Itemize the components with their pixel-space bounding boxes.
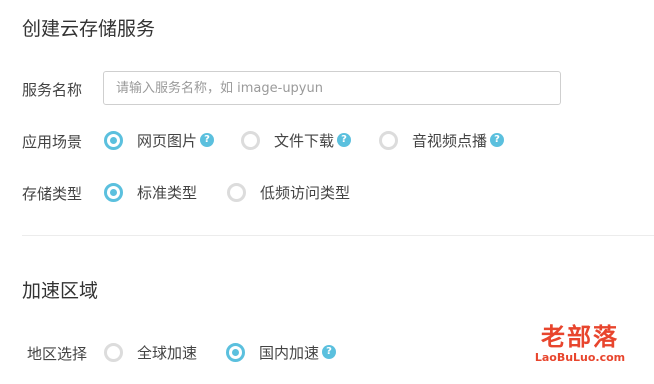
region-option-label: 国内加速 — [259, 343, 320, 362]
scenario-option-label: 网页图片 — [137, 131, 198, 150]
scenario-option-label: 音视频点播 — [412, 131, 488, 150]
radio-unchecked-icon[interactable] — [241, 130, 260, 150]
scenario-option-av-vod[interactable]: 音视频点播 ? — [379, 129, 505, 151]
radio-unchecked-icon[interactable] — [227, 182, 246, 202]
radio-checked-icon[interactable] — [226, 342, 245, 362]
scenario-label: 应用场景 — [22, 133, 83, 151]
scenario-option-label: 文件下载 — [274, 131, 335, 150]
region-option-label: 全球加速 — [137, 343, 198, 362]
service-name-label: 服务名称 — [22, 81, 83, 99]
radio-checked-icon[interactable] — [104, 182, 123, 202]
region-option-global[interactable]: 全球加速 — [104, 341, 197, 363]
radio-checked-icon[interactable] — [104, 130, 123, 150]
storage-option-label: 低频访问类型 — [260, 183, 351, 202]
radio-unchecked-icon[interactable] — [379, 130, 398, 150]
help-icon[interactable]: ? — [200, 133, 215, 147]
accel-section-title: 加速区域 — [22, 280, 99, 302]
storage-option-standard[interactable]: 标准类型 — [104, 181, 197, 203]
watermark-logo: 老部落 LaoBuLuo.com — [520, 325, 640, 364]
storage-type-label: 存储类型 — [22, 185, 83, 203]
watermark-title: 老部落 — [541, 323, 619, 351]
radio-unchecked-icon[interactable] — [104, 342, 123, 362]
watermark-subtitle: LaoBuLuo.com — [534, 351, 626, 364]
region-label: 地区选择 — [27, 345, 88, 363]
scenario-option-web-images[interactable]: 网页图片 ? — [104, 129, 215, 151]
help-icon[interactable]: ? — [322, 345, 337, 359]
storage-option-label: 标准类型 — [137, 183, 198, 202]
help-icon[interactable]: ? — [337, 133, 352, 147]
region-option-domestic[interactable]: 国内加速 ? — [226, 341, 337, 363]
service-name-input[interactable] — [103, 71, 561, 105]
scenario-option-file-download[interactable]: 文件下载 ? — [241, 129, 352, 151]
help-icon[interactable]: ? — [490, 133, 505, 147]
storage-option-infrequent[interactable]: 低频访问类型 — [227, 181, 350, 203]
section-divider — [22, 235, 654, 236]
page-title: 创建云存储服务 — [22, 18, 156, 40]
